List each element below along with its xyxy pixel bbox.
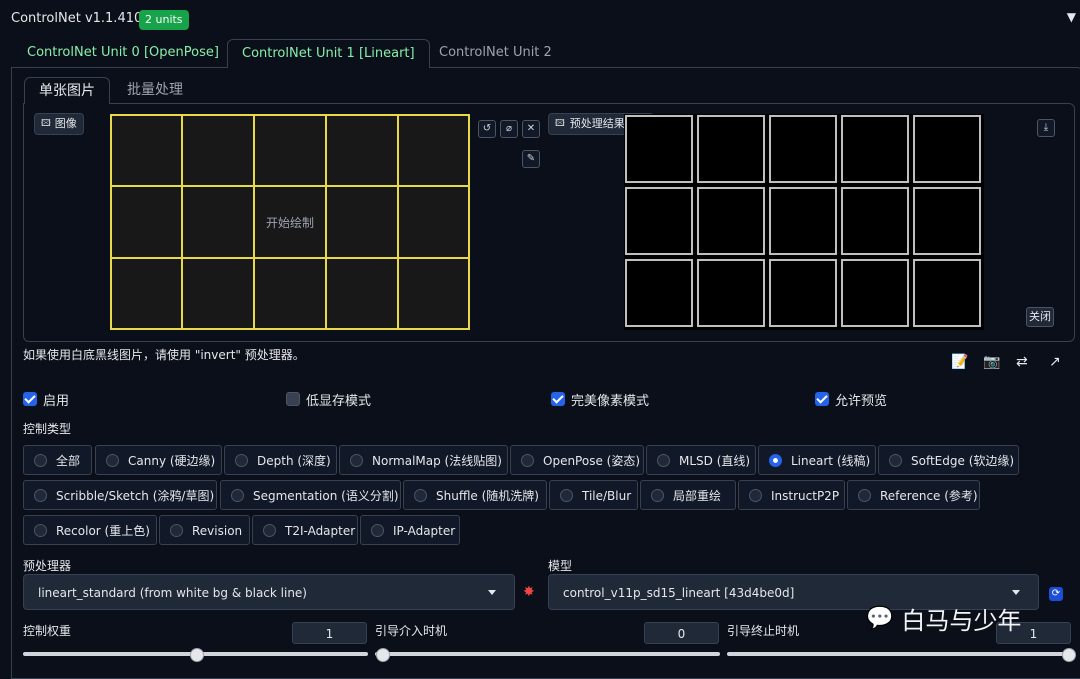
control-type-mlsd[interactable]: MLSD (直线) [646, 445, 756, 475]
control-type-segmentation[interactable]: Segmentation (语义分割) [220, 480, 401, 510]
watermark-text: 白马与少年 [901, 607, 1022, 635]
edit-doc-icon[interactable]: 📝 [951, 354, 968, 370]
image-icon: 🖾 [41, 119, 51, 129]
panel-title: ControlNet v1.1.410 [11, 11, 143, 26]
checkbox-box[interactable] [23, 392, 37, 406]
control-type-softedge[interactable]: SoftEdge (软边缘) [878, 445, 1019, 475]
units-badge: 2 units [139, 10, 189, 30]
guidance-start-input[interactable]: 0 [644, 622, 719, 644]
control-type-t2i-adapter[interactable]: T2I-Adapter [252, 515, 358, 545]
checkbox-label: 完美像素模式 [571, 393, 650, 409]
control-type-revision[interactable]: Revision [159, 515, 250, 545]
tab-unit-2[interactable]: ControlNet Unit 2 [425, 39, 566, 67]
watermark: 💬 白马与少年 [866, 601, 1021, 636]
send-dimensions-icon[interactable]: ↗ [1049, 354, 1061, 370]
tab-single-image[interactable]: 单张图片 [24, 77, 110, 104]
control-type-all[interactable]: 全部 [23, 445, 92, 475]
image-label-text: 图像 [54, 117, 77, 130]
tab-batch[interactable]: 批量处理 [113, 77, 197, 103]
guidance-start-label: 引导介入时机 [375, 624, 448, 638]
eraser-icon[interactable]: ⌀ [500, 120, 518, 138]
preprocessor-select[interactable]: lineart_standard (from white bg & black … [23, 574, 515, 610]
image-label: 🖾 图像 [34, 113, 84, 135]
close-icon[interactable]: ✕ [522, 120, 540, 138]
control-type-normalmap[interactable]: NormalMap (法线贴图) [339, 445, 508, 475]
chevron-down-icon [1012, 590, 1020, 595]
checkbox-box[interactable] [551, 392, 565, 406]
control-type-inpaint[interactable]: 局部重绘 [640, 480, 736, 510]
guidance-end-handle[interactable] [1062, 648, 1076, 662]
control-weight-label: 控制权重 [23, 624, 72, 638]
control-type-lineart[interactable]: Lineart (线稿) [758, 445, 876, 475]
tab-unit-0[interactable]: ControlNet Unit 0 [OpenPose] [13, 39, 233, 67]
low-vram-checkbox[interactable]: 低显存模式 [286, 391, 372, 409]
preprocessor-label: 预处理器 [23, 559, 72, 573]
download-icon[interactable]: ⤓ [1037, 119, 1055, 137]
tab-unit-1[interactable]: ControlNet Unit 1 [Lineart] [227, 39, 430, 68]
pixel-perfect-checkbox[interactable]: 完美像素模式 [551, 391, 650, 409]
enable-checkbox[interactable]: 启用 [23, 391, 70, 409]
collapse-triangle-icon[interactable]: ▼ [1067, 10, 1076, 24]
checkbox-box[interactable] [286, 392, 300, 406]
preprocessor-value: lineart_standard (from white bg & black … [38, 586, 307, 600]
control-type-depth[interactable]: Depth (深度) [224, 445, 337, 475]
brush-icon[interactable]: ✎ [522, 150, 540, 168]
control-weight-handle[interactable] [190, 648, 204, 662]
checkbox-label: 允许预览 [835, 393, 888, 409]
camera-icon[interactable]: 📷 [983, 354, 1000, 370]
guidance-start-slider[interactable] [375, 652, 720, 656]
control-type-canny[interactable]: Canny (硬边缘) [95, 445, 222, 475]
control-weight-input[interactable]: 1 [292, 622, 367, 644]
swap-icon[interactable]: ⇄ [1016, 354, 1028, 370]
control-type-reference[interactable]: Reference (参考) [847, 480, 980, 510]
control-type-shuffle[interactable]: Shuffle (随机洗牌) [403, 480, 547, 510]
allow-preview-checkbox[interactable]: 允许预览 [815, 391, 888, 409]
guidance-end-slider[interactable] [727, 652, 1072, 656]
control-type-recolor[interactable]: Recolor (重上色) [23, 515, 157, 545]
checkbox-label: 启用 [43, 393, 70, 409]
undo-icon[interactable]: ↺ [478, 120, 496, 138]
model-value: control_v11p_sd15_lineart [43d4be0d] [563, 586, 795, 600]
checkbox-box[interactable] [815, 392, 829, 406]
guidance-start-handle[interactable] [376, 648, 390, 662]
control-type-tile[interactable]: Tile/Blur [549, 480, 638, 510]
close-preview-button[interactable]: 关闭 [1026, 307, 1054, 327]
control-type-scribble[interactable]: Scribble/Sketch (涂鸦/草图) [23, 480, 217, 510]
chevron-down-icon [488, 590, 496, 595]
guidance-end-label: 引导终止时机 [727, 624, 800, 638]
canvas-hint: 开始绘制 [265, 216, 314, 230]
invert-hint: 如果使用白底黑线图片，请使用 "invert" 预处理器。 [23, 348, 305, 362]
wechat-icon: 💬 [866, 606, 894, 631]
refresh-models-icon[interactable]: ⟳ [1049, 587, 1063, 601]
control-type-instructp2p[interactable]: InstructP2P [738, 480, 845, 510]
preview-image [624, 114, 984, 330]
control-type-ip-adapter[interactable]: IP-Adapter [360, 515, 460, 545]
preview-image-icon: 🖾 [555, 119, 565, 129]
model-label: 模型 [548, 559, 573, 573]
run-preprocessor-icon[interactable]: ✸ [523, 584, 535, 600]
control-type-label: 控制类型 [23, 422, 72, 436]
control-type-openpose[interactable]: OpenPose (姿态) [510, 445, 644, 475]
checkbox-label: 低显存模式 [306, 393, 372, 409]
